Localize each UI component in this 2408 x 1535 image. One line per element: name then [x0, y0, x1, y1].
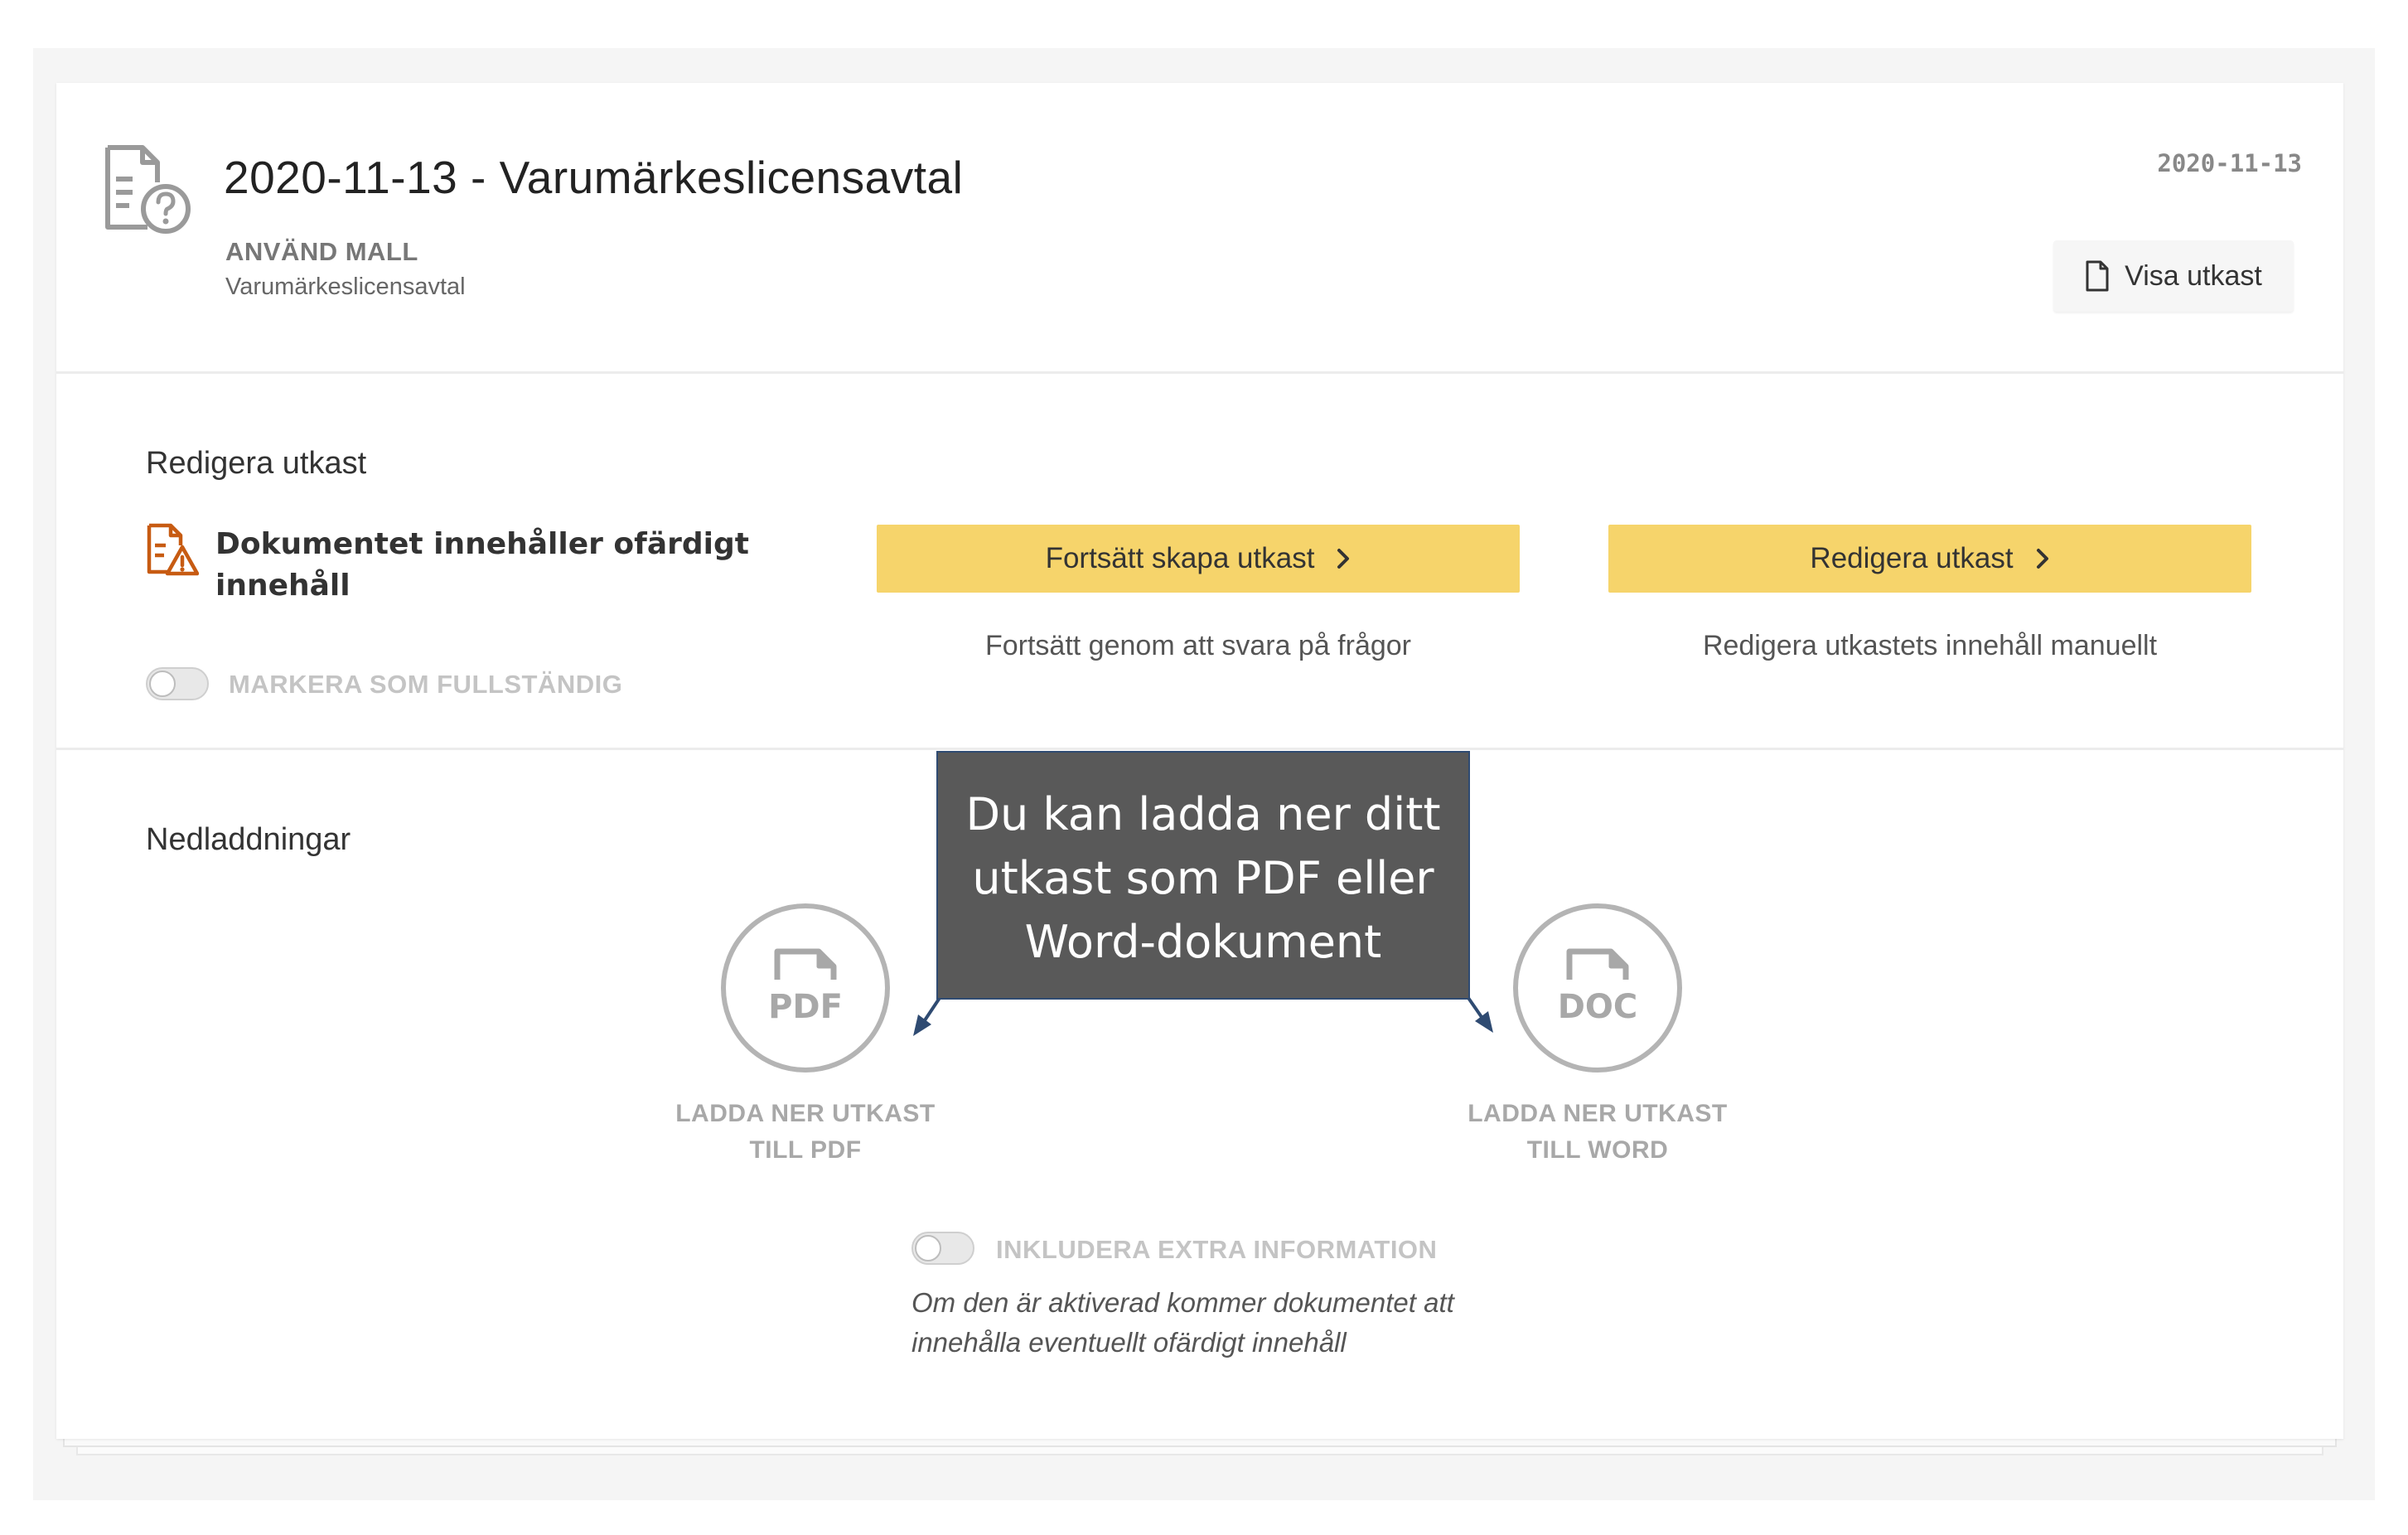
continue-draft-button[interactable]: Fortsätt skapa utkast: [877, 525, 1520, 593]
document-question-icon: [105, 145, 191, 234]
draft-card: 2020-11-13 - Varumärkeslicensavtal ANVÄN…: [56, 83, 2343, 1439]
card-stack-shadow: [76, 1447, 2323, 1455]
continue-draft-label: Fortsätt skapa utkast: [1045, 542, 1315, 574]
download-pdf-button[interactable]: PDF: [721, 903, 890, 1073]
mark-complete-toggle[interactable]: [146, 667, 209, 700]
mark-complete-label: MARKERA SOM FULLSTÄNDIG: [229, 670, 623, 699]
template-label: ANVÄND MALL: [225, 237, 418, 266]
edit-draft-button[interactable]: Redigera utkast: [1608, 525, 2251, 593]
downloads-section-title: Nedladdningar: [146, 822, 351, 857]
warning-document-icon: [147, 523, 199, 576]
extra-info-desc-line1: Om den är aktiverad kommer dokumentet at…: [911, 1287, 1454, 1318]
download-word-button[interactable]: DOC: [1513, 903, 1682, 1073]
edit-draft-help: Redigera utkastets innehåll manuellt: [1702, 630, 2158, 661]
continue-draft-help: Fortsätt genom att svara på frågor: [984, 630, 1412, 661]
page-title: 2020-11-13 - Varumärkeslicensavtal: [224, 152, 964, 203]
edit-section-title: Redigera utkast: [146, 446, 367, 481]
pdf-file-icon: PDF: [768, 948, 843, 1026]
incomplete-warning: Dokumentet innehåller ofärdigt innehåll: [215, 527, 749, 603]
toggle-knob: [149, 671, 176, 697]
callout-line3: Word-dokument: [1024, 916, 1382, 968]
download-hint-callout: Du kan ladda ner ditt utkast som PDF ell…: [936, 751, 1470, 1000]
download-word-label-line2: TILL WORD: [1526, 1136, 1669, 1164]
card-stack-shadow: [63, 1439, 2337, 1447]
download-word-label-line1: LADDA NER UTKAST: [1468, 1100, 1728, 1127]
draft-date: 2020-11-13: [2157, 149, 2302, 177]
download-pdf-label[interactable]: LADDA NER UTKAST TILL PDF: [656, 1096, 955, 1169]
view-draft-button[interactable]: Visa utkast: [2053, 240, 2294, 312]
include-extra-info-toggle[interactable]: [911, 1232, 974, 1265]
template-name: Varumärkeslicensavtal: [225, 274, 466, 300]
chevron-right-icon: [2036, 549, 2048, 569]
doc-file-icon: DOC: [1558, 948, 1637, 1026]
download-pdf-label-line1: LADDA NER UTKAST: [675, 1100, 936, 1127]
section-divider: [56, 371, 2343, 374]
download-word-label[interactable]: LADDA NER UTKAST TILL WORD: [1448, 1096, 1747, 1169]
pdf-icon-text: PDF: [768, 988, 843, 1026]
include-extra-info-label: INKLUDERA EXTRA INFORMATION: [996, 1235, 1438, 1264]
callout-line2: utkast som PDF eller: [972, 852, 1434, 904]
doc-icon-text: DOC: [1558, 988, 1637, 1026]
chevron-right-icon: [1337, 549, 1350, 569]
callout-line1: Du kan ladda ner ditt: [965, 788, 1441, 840]
section-divider: [56, 748, 2343, 750]
view-draft-label: Visa utkast: [2125, 259, 2262, 292]
edit-draft-label: Redigera utkast: [1810, 542, 2014, 574]
include-extra-info-description: Om den är aktiverad kommer dokumentet at…: [911, 1283, 1541, 1363]
toggle-knob: [915, 1235, 941, 1261]
extra-info-desc-line2: innehålla eventuellt ofärdigt innehåll: [911, 1327, 1347, 1358]
download-pdf-label-line2: TILL PDF: [749, 1136, 862, 1164]
file-icon: [2086, 260, 2109, 292]
